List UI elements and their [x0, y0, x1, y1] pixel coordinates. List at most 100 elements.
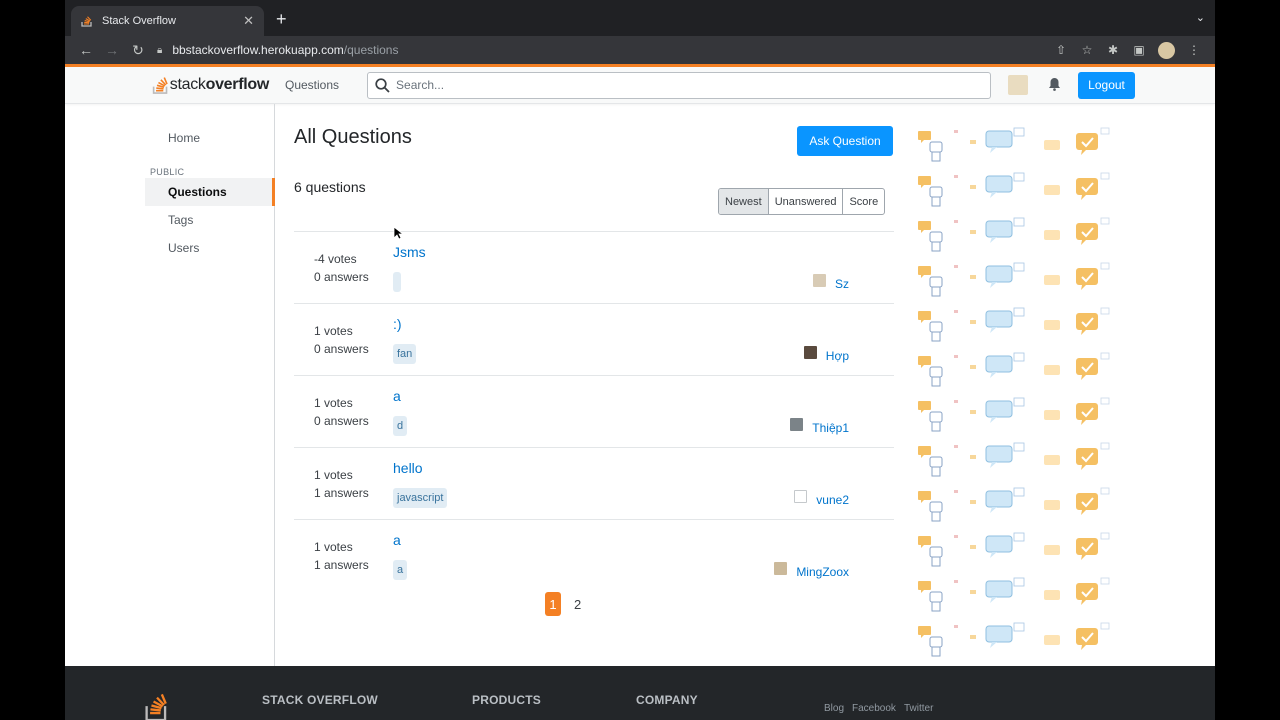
- footer-link-twitter[interactable]: Twitter: [904, 703, 933, 714]
- question-title-link[interactable]: a: [393, 532, 401, 548]
- sort-filter-group: Newest Unanswered Score: [718, 188, 886, 215]
- notification-bell-icon[interactable]: [1048, 77, 1061, 94]
- browser-menu-icon[interactable]: ⋮: [1181, 43, 1207, 57]
- stackoverflow-favicon-icon: [81, 16, 92, 27]
- url-domain: bbstackoverflow.herokuapp.com: [172, 43, 344, 57]
- nav-questions-link[interactable]: Questions: [285, 78, 339, 92]
- user-avatar[interactable]: [1008, 75, 1029, 95]
- question-author[interactable]: MingZoox: [774, 561, 849, 579]
- answer-count: 0 answers: [314, 414, 369, 428]
- site-footer: STACK OVERFLOW PRODUCTS COMPANY Blog Fac…: [65, 666, 1215, 720]
- browser-tab-title: Stack Overflow: [102, 15, 176, 27]
- sidebar-item-tags[interactable]: Tags: [168, 213, 193, 227]
- page-1-button[interactable]: 1: [545, 592, 561, 616]
- search-input[interactable]: Search...: [367, 71, 992, 99]
- sidebar-item-label: Questions: [168, 185, 227, 199]
- browser-tabbar: Stack Overflow ✕ + ⌄: [65, 0, 1215, 36]
- page-content: Home PUBLIC Questions Tags Users All Que…: [65, 104, 1215, 666]
- site-logo[interactable]: stackoverflow: [152, 73, 269, 97]
- back-arrow-icon[interactable]: ←: [73, 42, 99, 58]
- url-path: /questions: [343, 43, 399, 57]
- question-tag[interactable]: [393, 272, 401, 292]
- forward-arrow-icon[interactable]: →: [99, 42, 125, 58]
- logout-button[interactable]: Logout: [1078, 71, 1136, 99]
- vote-count: -4 votes: [314, 252, 357, 266]
- sidebar-item-home[interactable]: Home: [168, 131, 200, 145]
- search-icon: [375, 77, 390, 93]
- browser-tab[interactable]: Stack Overflow ✕: [71, 6, 264, 36]
- side-panel-icon[interactable]: ▣: [1126, 43, 1152, 57]
- page-2-button[interactable]: 2: [574, 597, 581, 612]
- vote-count: 1 votes: [314, 396, 353, 410]
- question-author[interactable]: vune2: [794, 489, 849, 507]
- vote-count: 1 votes: [314, 468, 353, 482]
- bookmark-star-icon[interactable]: ☆: [1074, 43, 1100, 57]
- vote-count: 1 votes: [314, 540, 353, 554]
- answer-count: 1 answers: [314, 558, 369, 572]
- reload-icon[interactable]: ↻: [125, 42, 151, 59]
- question-tag[interactable]: fan: [393, 344, 417, 364]
- sidebar-item-questions[interactable]: Questions: [145, 178, 275, 206]
- browser-toolbar: ← → ↻ 🔒︎ bbstackoverflow.herokuapp.com/q…: [65, 36, 1215, 64]
- tab-search-chevron-icon[interactable]: ⌄: [1196, 11, 1205, 24]
- filter-unanswered-button[interactable]: Unanswered: [767, 189, 843, 214]
- filter-newest-button[interactable]: Newest: [719, 189, 768, 214]
- question-tag[interactable]: a: [393, 560, 408, 580]
- answer-count: 1 answers: [314, 486, 369, 500]
- page-title: All Questions: [294, 126, 412, 148]
- decorative-illustration-pattern: [918, 127, 1110, 657]
- questions-main: All Questions Ask Question 6 questions N…: [294, 104, 894, 666]
- author-name[interactable]: vune2: [816, 493, 849, 507]
- footer-link-blog[interactable]: Blog: [824, 703, 844, 714]
- browser-window: Stack Overflow ✕ + ⌄ ← → ↻ 🔒︎ bbstackove…: [65, 0, 1215, 720]
- footer-logo-icon[interactable]: [144, 690, 170, 720]
- ask-question-button[interactable]: Ask Question: [797, 126, 893, 156]
- close-tab-icon[interactable]: ✕: [243, 13, 254, 29]
- vote-count: 1 votes: [314, 324, 353, 338]
- broken-avatar-icon: [794, 489, 808, 503]
- question-row: 1 votes 0 answers :) fan Hợp: [294, 303, 894, 375]
- author-name[interactable]: Hợp: [826, 349, 849, 363]
- extensions-puzzle-icon[interactable]: ✱: [1100, 43, 1126, 57]
- search-placeholder: Search...: [396, 78, 445, 92]
- author-avatar: [803, 345, 817, 359]
- mouse-cursor-icon: [393, 226, 403, 240]
- lock-icon: 🔒︎: [157, 44, 163, 56]
- question-title-link[interactable]: a: [393, 388, 401, 404]
- question-row: 1 votes 1 answers a a MingZoox: [294, 519, 894, 591]
- question-tag[interactable]: d: [393, 416, 408, 436]
- site-header: stackoverflow Questions Search... Logout: [65, 67, 1215, 104]
- question-stats: 1 votes 1 answers: [314, 538, 369, 574]
- question-title-link[interactable]: Jsms: [393, 244, 426, 260]
- logo-wordmark: stackoverflow: [169, 76, 270, 93]
- question-row: 1 votes 0 answers a d Thiệp1: [294, 375, 894, 447]
- sidebar-item-users[interactable]: Users: [168, 241, 199, 255]
- question-author[interactable]: Thiệp1: [790, 417, 849, 435]
- filter-score-button[interactable]: Score: [842, 189, 884, 214]
- question-count: 6 questions: [294, 179, 366, 195]
- answer-count: 0 answers: [314, 270, 369, 284]
- author-name[interactable]: Thiệp1: [812, 421, 849, 435]
- answer-count: 0 answers: [314, 342, 369, 356]
- question-author[interactable]: Hợp: [803, 345, 849, 363]
- author-name[interactable]: MingZoox: [796, 565, 849, 579]
- stackoverflow-logo-icon: [152, 77, 168, 94]
- question-title-link[interactable]: :): [393, 316, 402, 332]
- share-icon[interactable]: ⇧: [1048, 43, 1074, 57]
- question-author[interactable]: Sz: [812, 273, 849, 291]
- author-avatar: [790, 417, 804, 431]
- question-stats: 1 votes 0 answers: [314, 394, 369, 430]
- question-title-link[interactable]: hello: [393, 460, 423, 476]
- question-stats: 1 votes 0 answers: [314, 322, 369, 358]
- new-tab-icon[interactable]: +: [276, 9, 287, 30]
- question-stats: -4 votes 0 answers: [314, 250, 369, 286]
- footer-heading-stackoverflow: STACK OVERFLOW: [262, 693, 378, 707]
- browser-profile-avatar[interactable]: [1158, 41, 1175, 59]
- footer-link-facebook[interactable]: Facebook: [852, 703, 896, 714]
- sidebar-section-public: PUBLIC: [150, 167, 185, 177]
- footer-heading-products: PRODUCTS: [472, 693, 541, 707]
- author-avatar: [812, 273, 826, 287]
- question-tag[interactable]: javascript: [393, 488, 448, 508]
- author-name[interactable]: Sz: [835, 277, 849, 291]
- address-bar[interactable]: 🔒︎ bbstackoverflow.herokuapp.com/questio…: [157, 39, 1040, 61]
